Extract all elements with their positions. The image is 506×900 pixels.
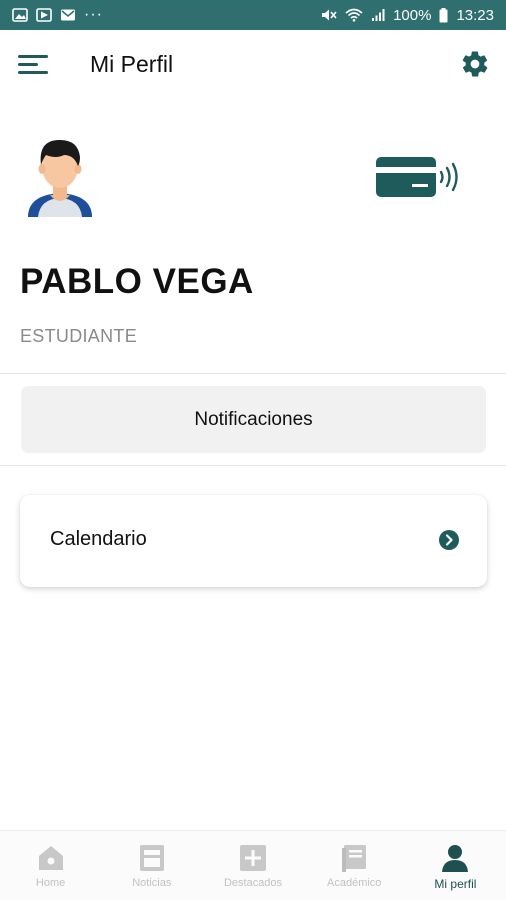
nav-label: Mi perfil [434, 877, 477, 891]
nav-item-home[interactable]: Home [0, 831, 101, 900]
nav-label: Destacados [223, 877, 283, 889]
clock: 13:23 [456, 6, 494, 24]
divider [0, 465, 506, 466]
menu-icon-line [18, 71, 48, 74]
chevron-right-icon [439, 530, 459, 550]
mail-notification-icon [60, 8, 76, 22]
app-bar: Mi Perfil [0, 30, 506, 102]
wifi-icon [345, 8, 363, 22]
nfc-card-button[interactable] [374, 152, 466, 202]
plus-box-icon [240, 845, 266, 871]
person-icon [442, 845, 469, 872]
nav-item-mi-perfil[interactable]: Mi perfil [405, 831, 506, 900]
battery-icon [439, 7, 448, 23]
more-notifications-icon: ··· [84, 6, 103, 23]
menu-button[interactable] [18, 52, 50, 78]
page-title: Mi Perfil [90, 51, 174, 77]
mute-icon [321, 8, 337, 22]
news-icon [139, 845, 164, 871]
user-avatar-icon [28, 139, 92, 217]
status-bar-right: 100% 13:23 [321, 7, 494, 24]
calendar-label: Calendario [50, 528, 147, 550]
status-bar-left: ··· [12, 6, 103, 24]
bottom-navigation: Home Noticias Destacados Académico Mi pe… [0, 830, 506, 900]
nav-label: Noticias [132, 877, 172, 889]
play-store-notification-icon [36, 8, 52, 22]
nav-item-noticias[interactable]: Noticias [101, 831, 202, 900]
home-icon [38, 846, 63, 870]
divider [0, 373, 506, 374]
notifications-button[interactable]: Notificaciones [21, 386, 486, 453]
menu-icon-line [18, 55, 48, 58]
nav-item-destacados[interactable]: Destacados [202, 831, 303, 900]
book-icon [342, 845, 367, 872]
user-role: ESTUDIANTE [20, 326, 138, 346]
image-notification-icon [12, 8, 28, 22]
menu-icon-line [18, 63, 38, 66]
calendar-card[interactable]: Calendario [20, 495, 487, 587]
battery-percentage: 100% [393, 6, 432, 24]
status-bar: ··· 100% 13:23 [0, 0, 506, 30]
user-name: PABLO VEGA [20, 262, 254, 301]
contactless-card-icon [376, 157, 458, 197]
gear-icon [462, 51, 488, 77]
settings-button[interactable] [460, 49, 490, 79]
nav-label: Académico [327, 877, 382, 889]
avatar [20, 133, 100, 218]
nav-item-academico[interactable]: Académico [304, 831, 405, 900]
signal-icon [371, 8, 385, 22]
nav-label: Home [35, 877, 66, 889]
